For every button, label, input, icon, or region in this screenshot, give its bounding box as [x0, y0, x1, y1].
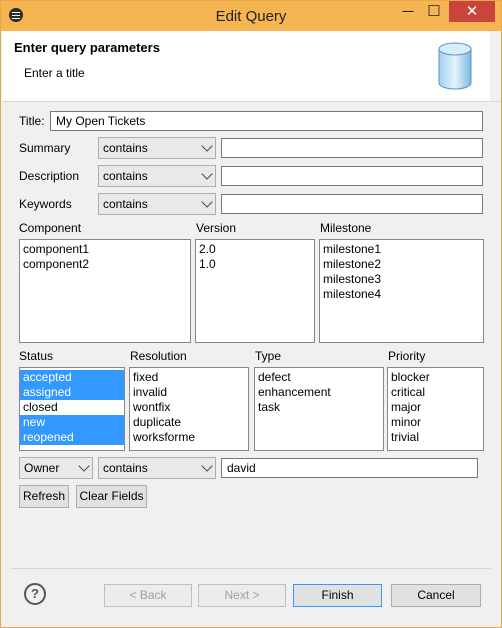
back-button[interactable]: < Back [104, 584, 192, 607]
version-label: Version [196, 221, 237, 235]
list-item[interactable]: milestone2 [320, 257, 483, 272]
owner-operator-value: contains [103, 461, 148, 475]
list-item[interactable]: 2.0 [196, 242, 314, 257]
list-item[interactable]: wontfix [130, 400, 248, 415]
summary-operator-select[interactable]: contains [98, 137, 216, 159]
list-item[interactable]: closed [20, 400, 124, 415]
milestone-list[interactable]: milestone1 milestone2 milestone3 milestone4 [319, 239, 484, 343]
list-item[interactable]: worksforme [130, 430, 248, 445]
description-operator-value: contains [103, 169, 148, 183]
chevron-down-icon [78, 460, 90, 472]
list-item[interactable]: enhancement [255, 385, 383, 400]
owner-operator-select[interactable]: contains [98, 457, 216, 479]
status-label: Status [19, 349, 54, 363]
list-item[interactable]: fixed [130, 370, 248, 385]
owner-field-value: Owner [24, 461, 60, 475]
list-item[interactable]: assigned [20, 385, 124, 400]
list-item[interactable]: invalid [130, 385, 248, 400]
help-icon[interactable]: ? [24, 583, 46, 605]
description-label: Description [19, 169, 80, 183]
list-item[interactable]: duplicate [130, 415, 248, 430]
chevron-down-icon [201, 460, 213, 472]
list-item[interactable]: component2 [20, 257, 190, 272]
edit-query-dialog: Edit Query ─ ☐ ✕ Enter query parameters … [0, 0, 502, 628]
chevron-down-icon [201, 140, 213, 152]
list-item[interactable]: minor [388, 415, 483, 430]
banner-title: Enter query parameters [14, 40, 160, 55]
keywords-label: Keywords [19, 197, 72, 211]
list-item[interactable]: new [20, 415, 124, 430]
refresh-button[interactable]: Refresh [19, 485, 69, 508]
component-label: Component [19, 221, 82, 235]
finish-button[interactable]: Finish [293, 584, 382, 607]
close-button[interactable]: ✕ [449, 1, 495, 22]
title-input[interactable] [50, 111, 483, 131]
next-button[interactable]: Next > [198, 584, 286, 607]
title-label: Title: [19, 114, 45, 128]
version-list[interactable]: 2.0 1.0 [195, 239, 315, 343]
list-item[interactable]: milestone3 [320, 272, 483, 287]
owner-input[interactable] [221, 458, 478, 478]
summary-input[interactable] [221, 138, 483, 158]
component-list[interactable]: component1 component2 [19, 239, 191, 343]
list-item[interactable]: trivial [388, 430, 483, 445]
database-icon [438, 42, 472, 90]
status-list[interactable]: accepted assigned closed new reopened [19, 367, 125, 451]
milestone-label: Milestone [320, 221, 372, 235]
list-item[interactable]: critical [388, 385, 483, 400]
list-item[interactable]: accepted [20, 370, 124, 385]
cancel-button[interactable]: Cancel [391, 584, 481, 607]
separator [11, 568, 491, 569]
list-item[interactable]: component1 [20, 242, 190, 257]
banner-subtitle: Enter a title [24, 66, 85, 80]
owner-field-select[interactable]: Owner [19, 457, 93, 479]
list-item[interactable]: defect [255, 370, 383, 385]
description-operator-select[interactable]: contains [98, 165, 216, 187]
summary-operator-value: contains [103, 141, 148, 155]
description-input[interactable] [221, 166, 483, 186]
type-label: Type [255, 349, 282, 363]
keywords-operator-select[interactable]: contains [98, 193, 216, 215]
summary-label: Summary [19, 141, 71, 155]
priority-label: Priority [388, 349, 426, 363]
list-item[interactable]: 1.0 [196, 257, 314, 272]
list-item[interactable]: blocker [388, 370, 483, 385]
list-item[interactable]: task [255, 400, 383, 415]
header-banner: Enter query parameters Enter a title [2, 31, 501, 102]
clear-fields-button[interactable]: Clear Fields [76, 485, 147, 508]
list-item[interactable]: reopened [20, 430, 124, 445]
list-item[interactable]: milestone1 [320, 242, 483, 257]
resolution-label: Resolution [130, 349, 187, 363]
chevron-down-icon [201, 168, 213, 180]
title-bar[interactable]: Edit Query ─ ☐ ✕ [1, 1, 501, 31]
chevron-down-icon [201, 196, 213, 208]
keywords-operator-value: contains [103, 197, 148, 211]
list-item[interactable]: milestone4 [320, 287, 483, 302]
scrollbar[interactable] [490, 31, 501, 101]
resolution-list[interactable]: fixed invalid wontfix duplicate worksforme [129, 367, 249, 451]
priority-list[interactable]: blocker critical major minor trivial [387, 367, 484, 451]
type-list[interactable]: defect enhancement task [254, 367, 384, 451]
list-item[interactable]: major [388, 400, 483, 415]
keywords-input[interactable] [221, 194, 483, 214]
